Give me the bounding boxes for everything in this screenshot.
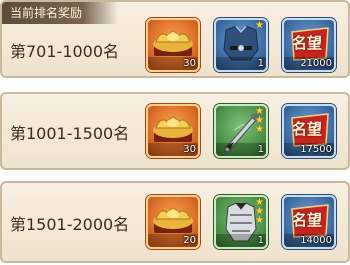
star-rating: ★ ★ ★ (255, 107, 264, 135)
rank-range-label: 第701-1000名 (10, 42, 120, 61)
star-icon: ★ (255, 215, 264, 226)
star-rating: ★ ★ ★ (255, 198, 264, 226)
reward-slot-fame[interactable]: 名望 21000 (282, 18, 336, 72)
reward-quantity: 30 (183, 58, 196, 69)
reward-quantity: 17500 (300, 144, 332, 155)
gold-ingot-icon (153, 30, 193, 56)
reward-quantity: 21000 (300, 58, 332, 69)
reward-slot-saber[interactable]: ★ ★ ★ 1 (214, 104, 268, 158)
star-icon: ★ (255, 124, 264, 135)
gold-ingot-icon (153, 207, 193, 233)
reward-row: 第1001-1500名 30 ★ ★ ★ 1 名望 17500 (0, 92, 350, 170)
gold-ingot-icon (153, 116, 193, 142)
reward-slot-fame[interactable]: 名望 17500 (282, 104, 336, 158)
reward-quantity: 1 (257, 58, 264, 69)
star-icon: ★ (255, 20, 264, 31)
reward-slot-gold-ingot[interactable]: 20 (146, 195, 200, 249)
current-rank-reward-header: 当前排名奖励 (2, 2, 118, 24)
reward-slot-armor[interactable]: ★ ★ ★ 1 (214, 195, 268, 249)
reward-slot-gold-ingot[interactable]: 30 (146, 18, 200, 72)
reward-row: 当前排名奖励 第701-1000名 30 ★ 1 名望 21000 (0, 0, 350, 78)
reward-quantity: 30 (183, 144, 196, 155)
reward-slot-gold-ingot[interactable]: 30 (146, 104, 200, 158)
rank-range-label: 第1001-1500名 (10, 124, 130, 143)
reward-quantity: 1 (257, 235, 264, 246)
reward-quantity: 1 (257, 144, 264, 155)
reward-slot-fame[interactable]: 名望 14000 (282, 195, 336, 249)
reward-slot-armor[interactable]: ★ 1 (214, 18, 268, 72)
fame-badge-text: 名望 (292, 211, 323, 229)
reward-quantity: 20 (183, 235, 196, 246)
rank-range-label: 第1501-2000名 (10, 215, 130, 234)
fame-badge-text: 名望 (292, 120, 323, 138)
star-rating: ★ (255, 20, 264, 31)
fame-badge-text: 名望 (292, 34, 323, 52)
reward-quantity: 14000 (300, 235, 332, 246)
reward-row: 第1501-2000名 20 ★ ★ ★ 1 名望 14000 (0, 181, 350, 263)
